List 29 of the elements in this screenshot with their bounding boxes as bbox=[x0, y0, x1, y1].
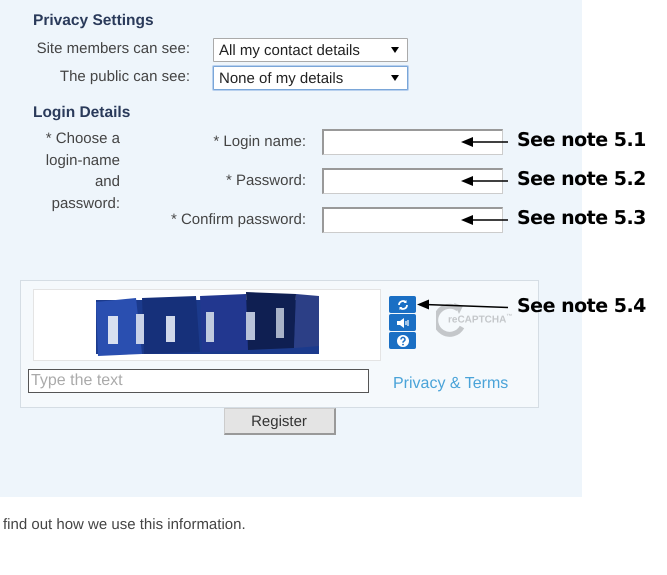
register-button[interactable]: Register bbox=[224, 408, 336, 435]
input-field[interactable] bbox=[322, 168, 503, 194]
caret-icon bbox=[391, 75, 399, 81]
field-label: * Password: bbox=[224, 171, 306, 191]
field-label: * Login name: bbox=[212, 132, 306, 152]
annotation-text: See note 5.3 bbox=[517, 207, 646, 229]
input-field[interactable] bbox=[322, 129, 503, 155]
field-label: * Confirm password: bbox=[170, 210, 306, 230]
annotation-text: See note 5.4 bbox=[517, 294, 646, 316]
field-label: The public can see: bbox=[58, 67, 190, 87]
annotation-arrow bbox=[461, 137, 508, 147]
annotation-arrow bbox=[461, 176, 508, 186]
field-label: * Choose a login-name and password: bbox=[44, 129, 120, 214]
captcha-input-field[interactable]: Type the text bbox=[28, 369, 369, 393]
refresh-button[interactable] bbox=[389, 296, 416, 313]
section-heading: Privacy Settings bbox=[33, 12, 155, 30]
caret-icon bbox=[391, 47, 399, 53]
dropdown[interactable]: All my contact details bbox=[213, 38, 408, 62]
annotation-text: See note 5.2 bbox=[517, 168, 646, 190]
section-heading: Login Details bbox=[33, 104, 132, 122]
annotation-text: See note 5.1 bbox=[517, 129, 646, 151]
audio-button[interactable] bbox=[389, 314, 416, 331]
dropdown[interactable]: None of my details bbox=[213, 66, 408, 90]
help-button[interactable] bbox=[389, 332, 416, 349]
help-icon bbox=[394, 332, 410, 348]
footer-text: find out how we use this information. bbox=[3, 516, 247, 533]
field-label: Site members can see: bbox=[36, 39, 190, 59]
annotation-arrow bbox=[461, 215, 508, 225]
input-field[interactable] bbox=[322, 207, 503, 233]
